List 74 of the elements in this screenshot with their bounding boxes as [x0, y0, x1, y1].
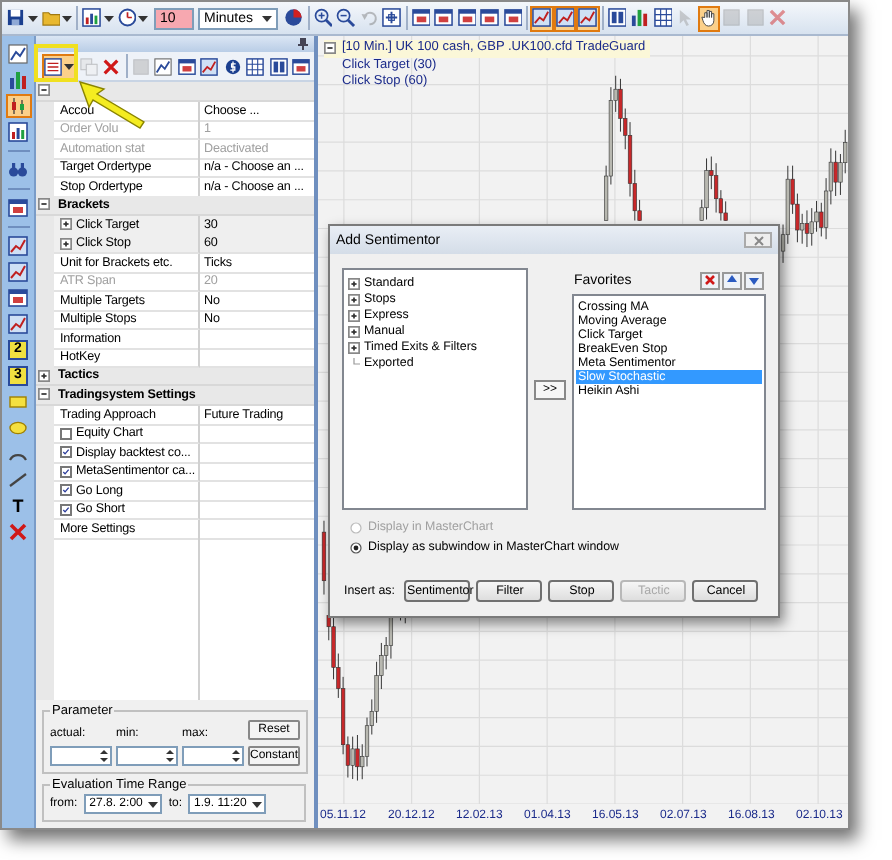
zoom-out-icon[interactable]	[334, 5, 357, 31]
expander-icon[interactable]	[348, 341, 360, 354]
expander-icon[interactable]	[348, 309, 360, 322]
expander-icon[interactable]	[60, 237, 72, 249]
line-chart-icon[interactable]	[152, 53, 174, 79]
caret-icon	[252, 801, 263, 807]
window-icon[interactable]	[175, 53, 197, 79]
clock-icon[interactable]	[115, 5, 150, 31]
move-up-icon[interactable]	[722, 271, 742, 289]
window-icon[interactable]	[5, 286, 31, 310]
expander-icon[interactable]	[348, 293, 360, 306]
move-down-icon[interactable]	[744, 271, 764, 289]
window-icon[interactable]	[5, 196, 31, 220]
expander-icon[interactable]	[324, 42, 336, 55]
trend-chart-icon[interactable]	[5, 234, 31, 258]
grid-icon[interactable]	[651, 5, 674, 31]
checkbox[interactable]	[60, 484, 72, 496]
window-icon[interactable]	[478, 5, 501, 31]
window-icon[interactable]	[501, 5, 524, 31]
candlestick-icon[interactable]	[5, 94, 31, 118]
trend-chart-icon[interactable]	[553, 5, 576, 31]
expander-icon[interactable]	[60, 218, 72, 230]
checkbox[interactable]	[60, 465, 72, 477]
expander-icon[interactable]	[348, 325, 360, 338]
window-icon[interactable]	[455, 5, 478, 31]
spin-arrows-icon[interactable]	[100, 748, 108, 764]
pin-icon[interactable]	[298, 38, 308, 50]
fit-icon[interactable]	[380, 5, 403, 31]
hand-icon[interactable]	[697, 5, 720, 31]
expander-icon[interactable]	[38, 198, 50, 211]
bar-chart-icon[interactable]	[5, 120, 31, 144]
zoom-in-icon[interactable]	[311, 5, 334, 31]
window-icon[interactable]	[432, 5, 455, 31]
candle	[321, 520, 327, 596]
spin-field[interactable]	[116, 746, 178, 766]
expander-icon[interactable]	[38, 388, 50, 401]
spin-arrows-icon[interactable]	[232, 748, 240, 764]
close-button[interactable]	[744, 232, 772, 248]
tree-connector-icon	[348, 357, 360, 370]
bar-chart-icon[interactable]	[80, 5, 115, 31]
bars-icon[interactable]	[628, 5, 651, 31]
expander-icon[interactable]	[348, 277, 360, 290]
trend-chart-icon[interactable]	[198, 53, 220, 79]
checkbox[interactable]	[60, 503, 72, 515]
expander-icon[interactable]	[38, 369, 50, 382]
pie-chart-icon[interactable]	[282, 5, 305, 31]
trend-chart-icon[interactable]	[576, 5, 599, 31]
grid-icon[interactable]	[244, 53, 266, 79]
line-tool-icon[interactable]	[5, 468, 31, 492]
trend-chart-icon[interactable]	[5, 260, 31, 284]
close-icon	[753, 235, 763, 245]
highlight-frame	[34, 44, 78, 82]
binoculars-icon[interactable]	[5, 158, 31, 182]
window-icon[interactable]	[409, 5, 432, 31]
spin-field[interactable]	[182, 746, 244, 766]
expander-icon[interactable]	[38, 84, 50, 97]
window-icon[interactable]	[290, 53, 312, 79]
caret-icon	[262, 15, 272, 21]
checkbox[interactable]	[60, 446, 72, 458]
line-chart-icon[interactable]	[5, 42, 31, 66]
ellipse-icon[interactable]	[5, 416, 31, 440]
radio-button[interactable]	[350, 541, 362, 553]
checkbox[interactable]	[60, 427, 72, 439]
delete-icon[interactable]	[700, 271, 720, 289]
delete-icon[interactable]	[5, 520, 31, 544]
spin-field[interactable]	[50, 746, 112, 766]
spin-arrows-icon[interactable]	[166, 748, 174, 764]
bars-icon[interactable]	[5, 68, 31, 92]
list-icon[interactable]	[42, 53, 76, 79]
caret-icon	[148, 801, 159, 807]
trend-chart-icon[interactable]	[530, 5, 553, 31]
columns-icon[interactable]	[267, 53, 289, 79]
trend-chart-icon[interactable]	[5, 312, 31, 336]
columns-icon[interactable]	[605, 5, 628, 31]
